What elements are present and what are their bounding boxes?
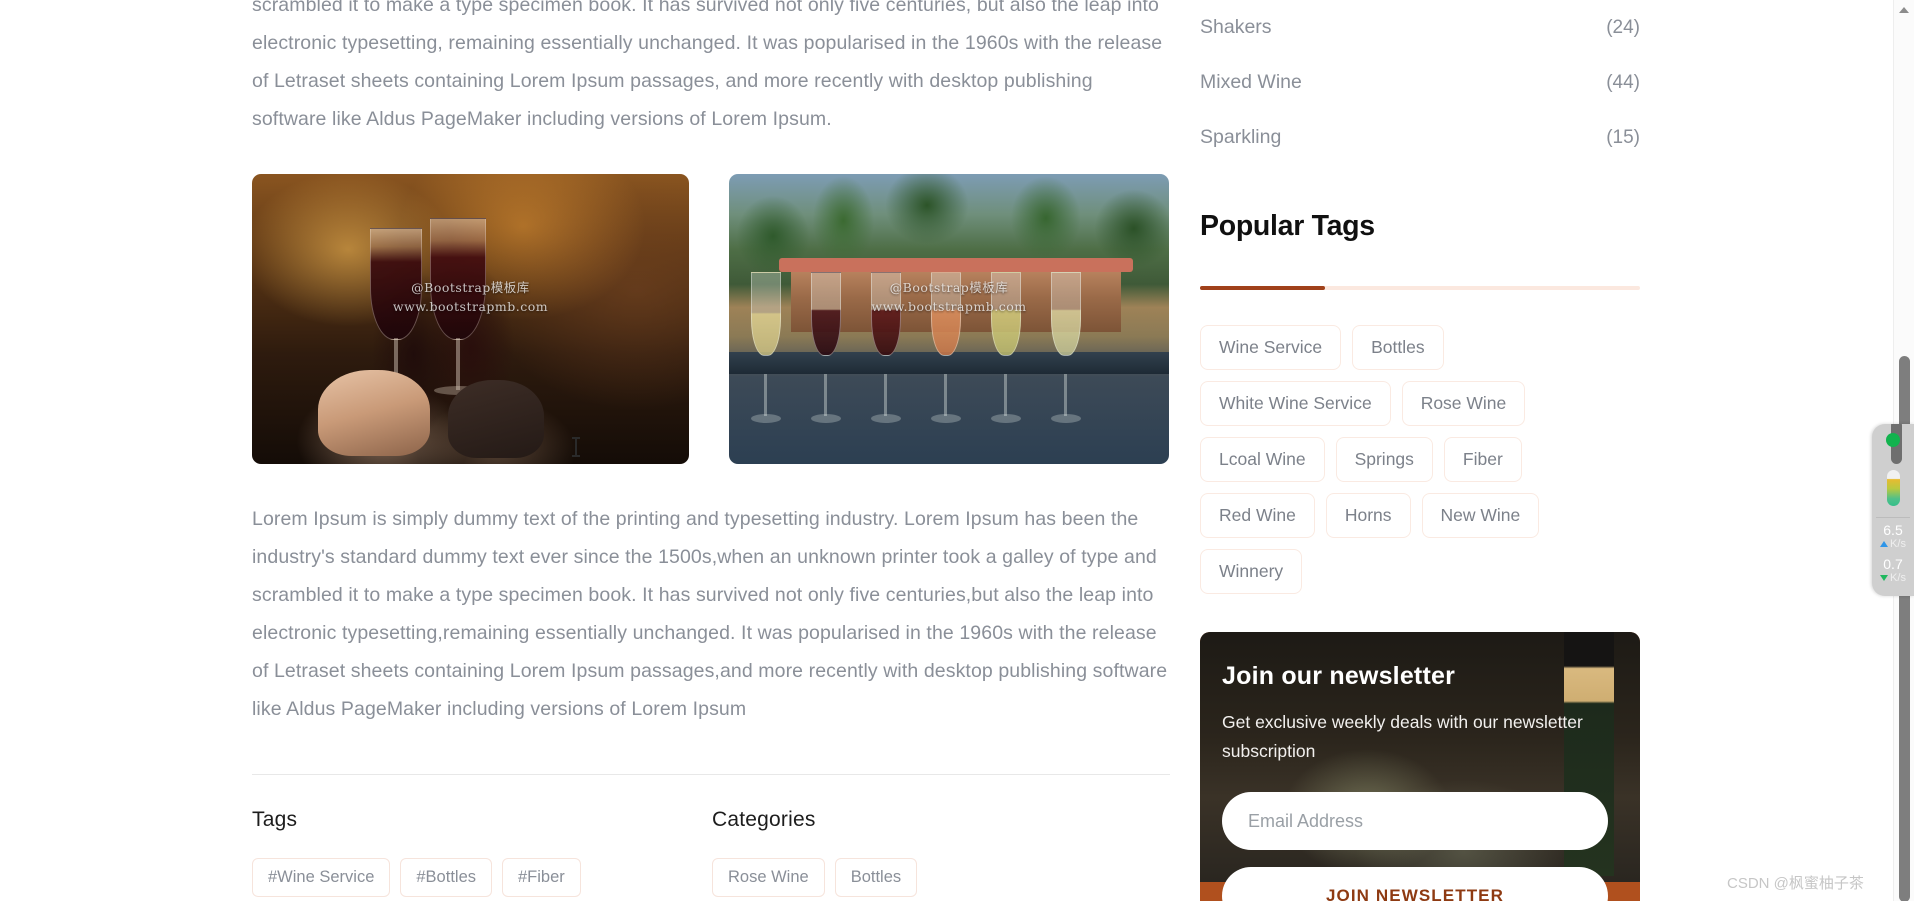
popular-tag-chip[interactable]: Rose Wine	[1401, 381, 1526, 426]
glass-stem	[824, 374, 827, 416]
article-tags-block: Tags #Wine Service #Bottles #Fiber	[252, 808, 712, 897]
popular-tag-chip[interactable]: Wine Service	[1200, 325, 1342, 370]
sidebar-category-list: Shakers (24) Mixed Wine (44) Sparkling (…	[1200, 0, 1640, 165]
glass-stem	[884, 374, 887, 416]
sidebar-category-count: (15)	[1606, 126, 1640, 148]
glass-stem	[944, 374, 947, 416]
popular-tag-chip[interactable]: Lcoal Wine	[1200, 437, 1325, 482]
glass-base	[871, 414, 901, 423]
article-tag-chip[interactable]: #Fiber	[502, 858, 581, 897]
popular-tags-underline	[1200, 286, 1640, 290]
section-divider	[252, 774, 1170, 775]
popular-tag-chip[interactable]: New Wine	[1421, 493, 1540, 538]
page-root: scrambled it to make a type specimen boo…	[0, 0, 1914, 901]
upload-unit-line: K/s	[1872, 538, 1914, 550]
upload-speed-value: 6.5	[1883, 522, 1903, 538]
csdn-watermark: CSDN @枫蜜柚子茶	[1727, 875, 1864, 892]
download-speed-unit: K/s	[1890, 572, 1906, 584]
text-cursor	[572, 437, 580, 457]
popular-tags-underline-accent	[1200, 286, 1325, 290]
popular-tag-chip[interactable]: Horns	[1325, 493, 1411, 538]
glass-stem	[456, 338, 460, 390]
popular-tag-chip[interactable]: White Wine Service	[1200, 381, 1391, 426]
sidebar-category-shakers[interactable]: Shakers (24)	[1200, 0, 1640, 55]
article-category-chip[interactable]: Bottles	[834, 858, 918, 897]
wine-glass-icon	[370, 228, 422, 340]
popular-tag-chip[interactable]: Springs	[1335, 437, 1433, 482]
sidebar-category-count: (44)	[1606, 71, 1640, 93]
gauge-capsule-icon	[1887, 470, 1900, 506]
article-tag-chip[interactable]: #Wine Service	[252, 858, 391, 897]
glass-base	[811, 414, 841, 423]
upload-speed-stat: 6.5 K/s	[1872, 522, 1914, 550]
article-category-list: Rose Wine Bottles	[712, 858, 918, 897]
categories-heading: Categories	[712, 808, 816, 831]
arrow-up-icon	[1880, 541, 1889, 547]
wine-glass-icon	[871, 272, 901, 356]
newsletter-content: Join our newsletter Get exclusive weekly…	[1200, 632, 1640, 901]
newsletter-email-input[interactable]	[1222, 792, 1608, 850]
wine-glass-icon	[991, 272, 1021, 356]
sidebar-category-label: Mixed Wine	[1200, 71, 1302, 93]
article-image-row: @Bootstrap模板库 www.bootstrapmb.com @Boots…	[252, 174, 1170, 464]
wine-glass-icon	[1051, 272, 1081, 356]
download-speed-value: 0.7	[1883, 556, 1903, 572]
popular-tags-list: Wine Service Bottles White Wine Service …	[1200, 325, 1640, 594]
glass-stem	[1064, 374, 1067, 416]
join-newsletter-button[interactable]: JOIN NEWSLETTER	[1222, 867, 1608, 901]
article-tag-list: #Wine Service #Bottles #Fiber	[252, 858, 712, 897]
widget-divider	[1876, 517, 1910, 518]
popular-tag-chip[interactable]: Bottles	[1352, 325, 1444, 370]
download-speed-stat: 0.7 K/s	[1872, 556, 1914, 584]
tags-heading: Tags	[252, 808, 298, 831]
glass-base	[751, 414, 781, 423]
popular-tag-chip[interactable]: Fiber	[1443, 437, 1522, 482]
newsletter-title: Join our newsletter	[1222, 662, 1456, 690]
wine-glass-icon	[751, 272, 781, 356]
article-column: scrambled it to make a type specimen boo…	[252, 0, 1170, 901]
sidebar-category-sparkling[interactable]: Sparkling (15)	[1200, 110, 1640, 165]
article-image-wine-flight: @Bootstrap模板库 www.bootstrapmb.com	[729, 174, 1169, 464]
popular-tags-title: Popular Tags	[1200, 210, 1375, 242]
article-image-toast: @Bootstrap模板库 www.bootstrapmb.com	[252, 174, 689, 464]
hand-shape	[318, 370, 430, 456]
article-paragraph-bottom: Lorem Ipsum is simply dummy text of the …	[252, 508, 1168, 720]
sidebar-category-label: Shakers	[1200, 16, 1272, 38]
sidebar-category-mixed-wine[interactable]: Mixed Wine (44)	[1200, 55, 1640, 110]
article-categories-block: Categories Rose Wine Bottles	[712, 808, 918, 897]
glass-base	[991, 414, 1021, 423]
hand-shape	[448, 380, 544, 458]
glass-stem	[764, 374, 767, 416]
glass-base	[1051, 414, 1081, 423]
scroll-up-arrow-icon[interactable]	[1899, 7, 1909, 13]
sidebar: Shakers (24) Mixed Wine (44) Sparkling (…	[1200, 0, 1640, 901]
arrow-down-icon	[1880, 575, 1889, 581]
network-speed-widget[interactable]: 6.5 K/s 0.7 K/s	[1872, 424, 1914, 596]
article-category-chip[interactable]: Rose Wine	[712, 858, 825, 897]
upload-speed-unit: K/s	[1890, 538, 1906, 550]
newsletter-card: Join our newsletter Get exclusive weekly…	[1200, 632, 1640, 901]
glass-base	[931, 414, 961, 423]
download-unit-line: K/s	[1872, 572, 1914, 584]
popular-tag-chip[interactable]: Winnery	[1200, 549, 1303, 594]
article-tag-chip[interactable]: #Bottles	[400, 858, 492, 897]
article-paragraph-top: scrambled it to make a type specimen boo…	[252, 0, 1163, 130]
wine-glass-icon	[931, 272, 961, 356]
glass-stem	[1004, 374, 1007, 416]
sidebar-category-label: Sparkling	[1200, 126, 1282, 148]
wine-glass-icon	[811, 272, 841, 356]
newsletter-subtitle: Get exclusive weekly deals with our news…	[1222, 712, 1583, 761]
article-meta-row: Tags #Wine Service #Bottles #Fiber Categ…	[252, 808, 1170, 897]
wine-glass-icon	[430, 218, 486, 340]
status-dot-icon	[1886, 433, 1900, 447]
sidebar-category-count: (24)	[1606, 16, 1640, 38]
popular-tag-chip[interactable]: Red Wine	[1200, 493, 1315, 538]
